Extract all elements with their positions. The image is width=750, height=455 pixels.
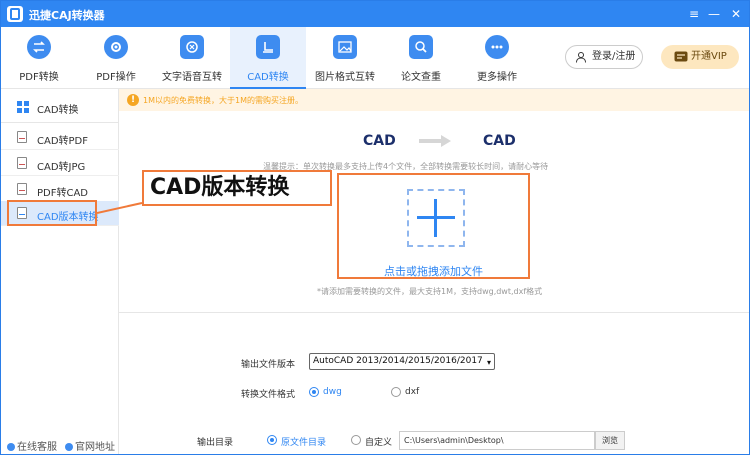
file-drop-zone[interactable]: 点击或拖拽添加文件 [337,173,530,279]
paper-check-icon [409,35,433,59]
tool-image-format[interactable]: 图片格式互转 [307,27,383,89]
tool-label: 更多操作 [477,72,517,83]
tool-pdf-convert[interactable]: PDF转换 [1,27,77,89]
tool-label: 文字语音互转 [162,72,222,83]
login-button[interactable]: 登录/注册 [565,45,643,69]
support-label: 在线客服 [17,442,57,453]
output-dir-radio-custom[interactable] [351,435,361,445]
text-speech-icon [180,35,204,59]
vip-crown-icon [674,51,688,62]
sidebar-item-cad-to-pdf[interactable]: CAD转PDF [1,125,119,150]
cad-convert-icon [256,35,280,59]
tool-label: CAD转换 [247,72,289,83]
format-radio-dxf[interactable] [391,387,401,397]
output-dir-option-source[interactable]: 原文件目录 [281,435,326,448]
callout-label: CAD版本转换 [142,170,332,206]
add-file-icon[interactable] [407,189,465,247]
tool-label: 图片格式互转 [315,72,375,83]
image-format-icon [333,35,357,59]
menu-icon[interactable]: ≡ [685,5,703,23]
format-option-dxf[interactable]: dxf [405,387,419,397]
pdf-operate-icon [104,35,128,59]
format-option-dwg[interactable]: dwg [323,387,342,397]
app-title: 迅捷CAJ转换器 [29,9,105,22]
tool-more[interactable]: 更多操作 [459,27,535,89]
tool-label: PDF转换 [19,72,59,83]
sidebar: CAD转换 CAD转PDF CAD转JPG PDF转CAD CAD版本转换 [1,89,119,454]
chevron-down-icon: ▾ [486,358,491,367]
sidebar-item-cad-to-jpg[interactable]: CAD转JPG [1,151,119,176]
online-support-link[interactable]: 在线客服 [7,438,57,453]
pdf-convert-icon [27,35,51,59]
notice-bar: ! 1M以内的免费转换，大于1M的需购买注册。 [119,89,749,111]
tool-label: 论文查重 [401,72,441,83]
vip-label: 开通VIP [691,51,727,62]
pdf-file-icon [17,183,27,195]
user-icon [576,52,586,63]
app-window: 迅捷CAJ转换器 ≡ — ✕ PDF转换 PDF操作 文字语音互转 CAD转换 … [0,0,750,455]
divider [119,312,749,313]
tool-text-speech[interactable]: 文字语音互转 [154,27,230,89]
output-dir-label: 输出目录 [197,438,234,448]
browse-button[interactable]: 浏览 [595,431,625,450]
drop-hint: *请添加需要转换的文件，最大支持1M，支持dwg,dwt,dxf格式 [317,287,543,296]
sidebar-item-pdf-to-cad[interactable]: PDF转CAD [1,177,119,202]
vip-button[interactable]: 开通VIP [661,45,739,69]
website-link[interactable]: 官网地址 [65,438,115,453]
sidebar-item-label: PDF转CAD [37,188,89,199]
support-icon [7,443,15,451]
app-logo-icon [7,6,23,22]
warning-icon: ! [127,94,139,106]
grid-icon [17,101,29,113]
conversion-to: CAD [483,133,516,149]
version-select-value: AutoCAD 2013/2014/2015/2016/2017 [313,356,483,366]
pdf-file-icon [17,131,27,143]
tool-cad-convert[interactable]: CAD转换 [230,27,306,89]
sidebar-header-label: CAD转换 [37,105,79,116]
website-icon [65,443,73,451]
arrow-right-icon [419,135,451,147]
output-path-input[interactable]: C:\Users\admin\Desktop\ [399,431,595,450]
sidebar-item-label: CAD转PDF [37,136,89,147]
format-radio-dwg[interactable] [309,387,319,397]
version-select[interactable]: AutoCAD 2013/2014/2015/2016/2017 ▾ [309,353,495,370]
output-dir-radio-source[interactable] [267,435,277,445]
sidebar-highlight-box [7,200,97,226]
output-version-label: 输出文件版本 [241,360,296,370]
website-label: 官网地址 [75,442,115,453]
title-bar: 迅捷CAJ转换器 ≡ — ✕ [1,1,749,27]
format-label: 转换文件格式 [241,390,296,400]
sidebar-item-label: CAD转JPG [37,162,86,173]
tool-pdf-operate[interactable]: PDF操作 [78,27,154,89]
more-icon [485,35,509,59]
login-label: 登录/注册 [592,51,636,62]
tool-label: PDF操作 [96,72,136,83]
tool-paper-check[interactable]: 论文查重 [383,27,459,89]
drop-label: 点击或拖拽添加文件 [384,265,483,278]
output-dir-option-custom[interactable]: 自定义 [365,435,392,448]
callout-text: CAD版本转换 [144,172,330,204]
callout-pointer [97,202,143,214]
conversion-from: CAD [363,133,396,149]
sidebar-header: CAD转换 [1,89,119,123]
notice-text: 1M以内的免费转换，大于1M的需购买注册。 [143,96,303,105]
close-button[interactable]: ✕ [727,5,745,23]
jpg-file-icon [17,157,27,169]
minimize-button[interactable]: — [705,5,723,23]
